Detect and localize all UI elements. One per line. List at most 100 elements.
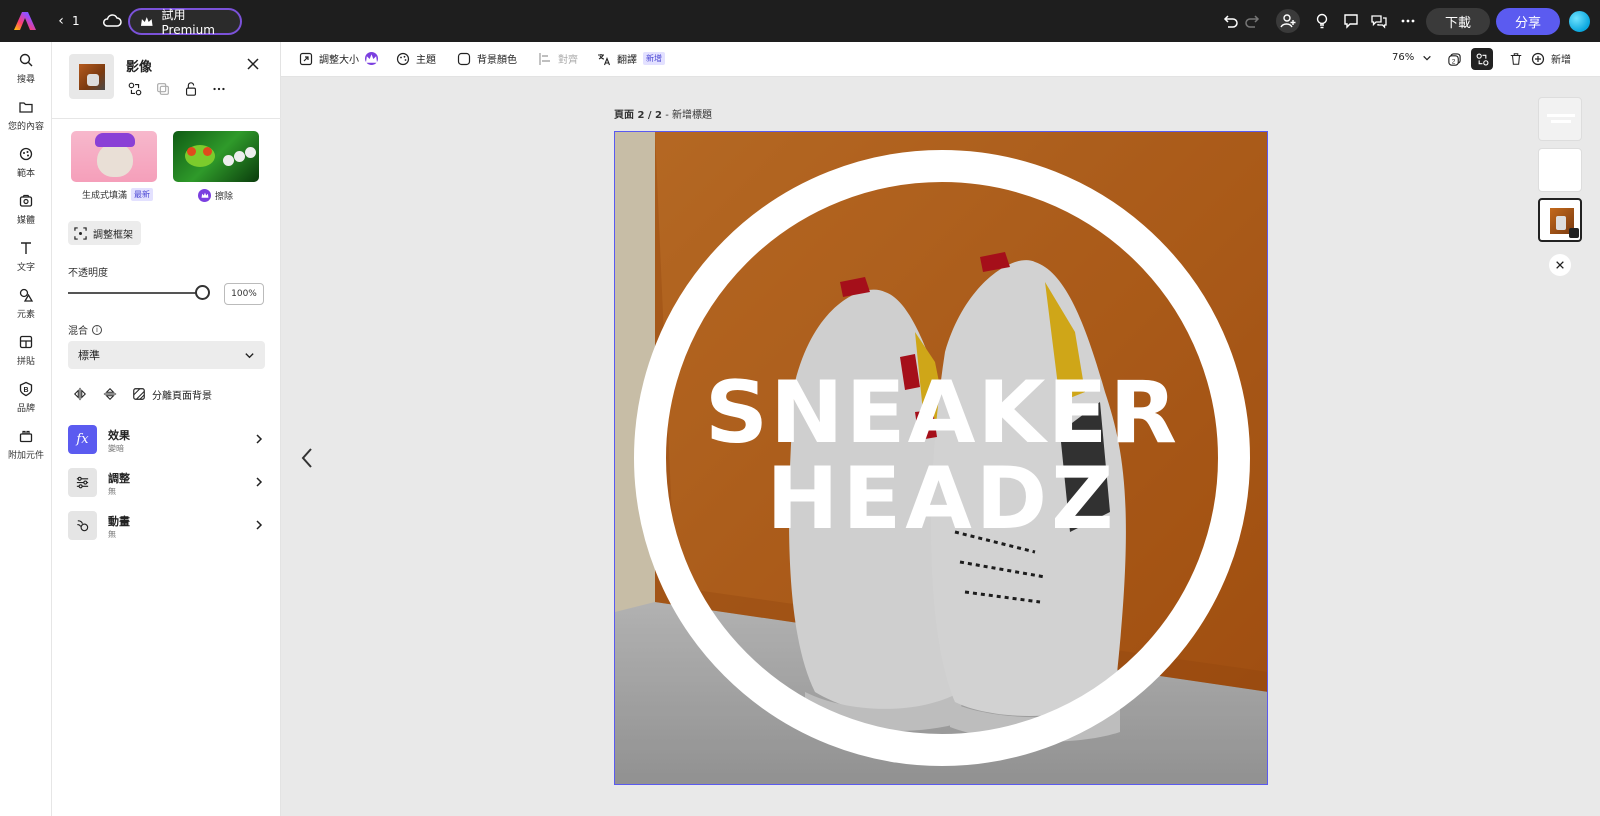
rail-item-your-content[interactable]: 您的內容 [0,99,52,139]
undo-icon[interactable] [1219,10,1241,32]
panel-divider [52,118,281,119]
translate-button[interactable]: 翻譯 新增 [597,51,665,66]
crop-frame-button[interactable]: 調整框架 [68,221,141,245]
erase-label: 擦除 [215,192,234,202]
blend-mode-value: 標準 [78,349,100,362]
adjustments-row[interactable]: 調整 無 [68,468,265,498]
add-page-button[interactable]: 新增 [1531,51,1571,66]
lightbulb-icon[interactable] [1311,10,1333,32]
grid-icon [19,335,33,349]
align-button[interactable]: 對齊 [538,51,578,66]
folder-icon [19,102,33,113]
resize-button[interactable]: 調整大小 [299,51,378,66]
effects-value: 變暗 [108,444,124,453]
rail-item-search[interactable]: 搜尋 [0,52,52,92]
premium-label: 試用 Premium [161,8,215,37]
image-properties-panel: 影像 生成式填滿 最新 擦除 調整框架 不透明度 100% 混合 i 標準 分離… [52,42,281,816]
effects-row[interactable]: fx 效果 變暗 [68,425,265,455]
design-artboard[interactable]: SNEAKER HEADZ [614,131,1268,785]
headline-line-1[interactable]: SNEAKER [615,370,1267,456]
background-color-label: 背景顏色 [477,55,517,66]
opacity-slider-thumb[interactable] [195,285,210,300]
rail-item-brand[interactable]: B 品牌 [0,381,52,421]
headline-line-2[interactable]: HEADZ [615,456,1267,542]
rail-item-media[interactable]: 媒體 [0,193,52,233]
opacity-value-field[interactable]: 100% [224,283,264,305]
top-bar: ‹ 1 試用 Premium 下載 分享 [0,0,1600,42]
image-tools-row: 分離頁面背景 [72,386,212,402]
cloud-icon[interactable] [101,10,123,32]
page-number: 頁面 2 / 2 [614,110,663,121]
chevron-down-icon [245,352,254,358]
unlock-icon[interactable] [182,80,200,98]
rail-item-text[interactable]: 文字 [0,240,52,280]
redo-icon[interactable] [1242,10,1264,32]
replace-image-icon[interactable] [126,80,144,98]
page-title[interactable]: 新增標題 [672,110,712,121]
generative-fill-card[interactable] [71,131,157,182]
crown-icon [140,16,153,26]
flip-horizontal-icon[interactable] [72,386,88,402]
blend-mode-select[interactable]: 標準 [68,341,265,369]
flip-vertical-icon[interactable] [102,386,118,402]
rail-item-elements[interactable]: 元素 [0,287,52,327]
close-icon[interactable] [245,56,261,72]
avatar[interactable] [1567,9,1592,34]
svg-text:2: 2 [1451,58,1455,65]
page-thumbnail-2[interactable] [1538,148,1582,192]
resize-label: 調整大小 [319,55,359,66]
pages-icon[interactable]: 2 [1445,50,1463,68]
more-icon[interactable] [210,80,228,98]
adobe-express-logo[interactable] [14,11,36,31]
adjustments-title: 調整 [108,472,130,485]
page-thumbnail-1[interactable] [1538,97,1582,141]
brand-icon: B [19,381,33,397]
crown-icon [365,52,378,65]
back-icon[interactable]: ‹ [52,12,70,30]
previous-page-icon[interactable] [298,446,316,470]
background-color-button[interactable]: 背景顏色 [457,51,517,66]
try-premium-button[interactable]: 試用 Premium [128,8,242,37]
blend-label-row: 混合 i [68,322,102,337]
animation-title: 動畫 [108,515,130,528]
adjustments-value: 無 [108,487,116,496]
animation-row[interactable]: 動畫 無 [68,511,265,541]
rail-label: 元素 [16,310,35,320]
media-icon [19,194,33,207]
share-button[interactable]: 分享 [1496,8,1560,35]
align-icon [539,52,550,65]
image-settings-icon[interactable] [1471,48,1493,70]
new-badge: 最新 [131,188,154,201]
animation-icon [68,511,97,540]
headline-text-group[interactable]: SNEAKER HEADZ [615,370,1267,542]
more-icon[interactable] [1397,10,1419,32]
erase-card[interactable] [173,131,259,182]
align-label: 對齊 [558,55,578,66]
info-icon[interactable]: i [92,324,102,335]
rail-label: 搜尋 [16,75,35,85]
canvas-toolbar: 調整大小 主題 背景顏色 對齊 翻譯 新增 76% 2 新增 [281,42,1600,77]
remove-background-button[interactable]: 分離頁面背景 [132,387,212,402]
crown-icon [198,189,211,202]
download-button[interactable]: 下載 [1426,8,1490,35]
page-count: 1 [72,14,80,28]
duplicate-icon[interactable] [154,80,172,98]
search-icon [19,53,33,67]
zoom-select[interactable]: 76% [1392,52,1432,63]
rail-item-templates[interactable]: 範本 [0,146,52,186]
animation-value: 無 [108,530,116,539]
trash-icon[interactable] [1507,50,1525,68]
theme-button[interactable]: 主題 [396,51,436,66]
rail-label: 拼貼 [16,357,35,367]
comment-icon[interactable] [1340,10,1362,32]
page-thumbnail-3[interactable] [1538,198,1582,242]
translate-label: 翻譯 [617,55,637,66]
chat-icon[interactable] [1368,10,1390,32]
close-page-strip-button[interactable] [1549,254,1571,276]
rail-item-collage[interactable]: 拼貼 [0,334,52,374]
rail-item-addons[interactable]: 附加元件 [0,428,52,468]
background-color-icon [457,52,471,65]
opacity-slider-track[interactable] [68,292,202,294]
invite-user-icon[interactable] [1276,9,1300,33]
text-icon [21,242,31,254]
